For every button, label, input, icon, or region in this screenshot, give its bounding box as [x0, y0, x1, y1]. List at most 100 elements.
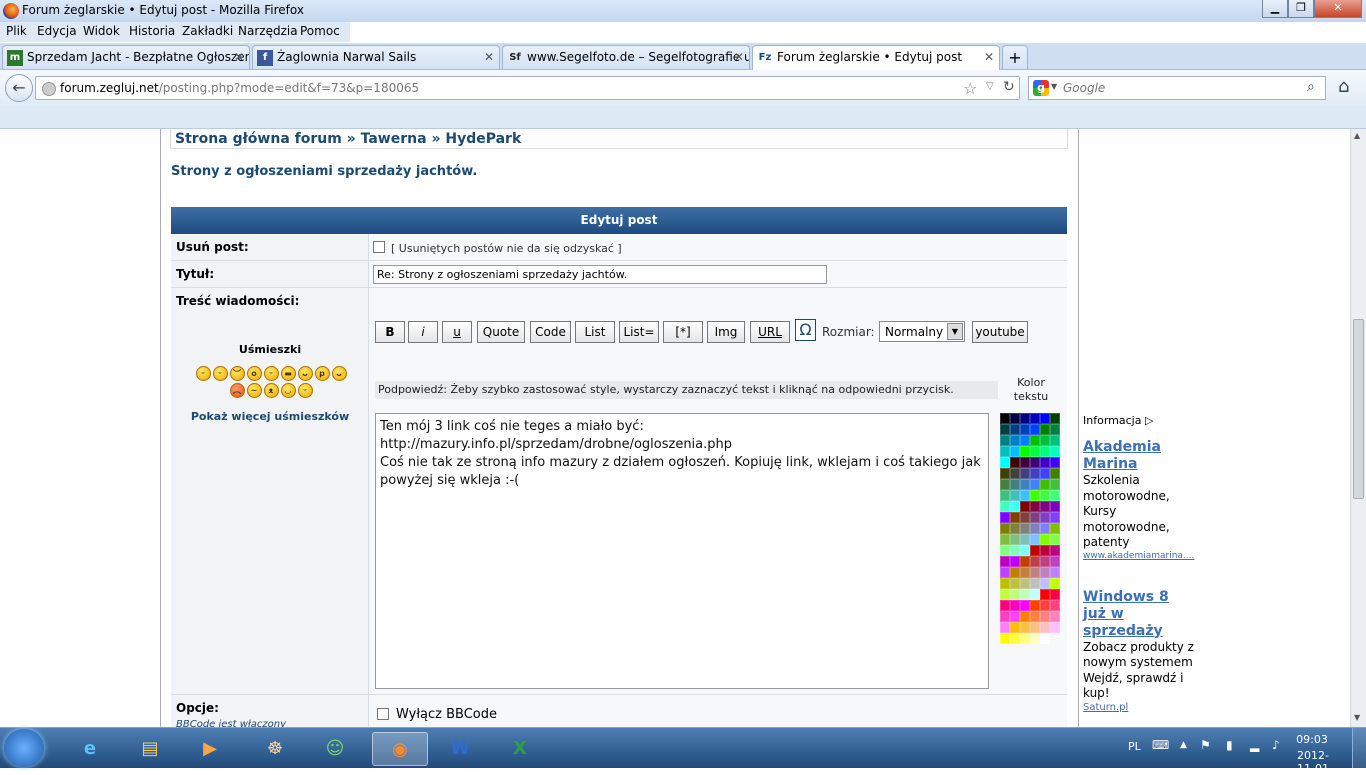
color-swatch[interactable]: [1030, 435, 1040, 446]
close-tab-icon[interactable]: ✕: [734, 50, 744, 64]
clock-time[interactable]: 09:03: [1292, 733, 1332, 746]
color-swatch[interactable]: [1030, 534, 1040, 545]
smiley-icon[interactable]: ᴗ: [331, 366, 347, 381]
color-swatch[interactable]: [1010, 413, 1020, 424]
smiley-icon[interactable]: ︶: [229, 366, 245, 381]
subject-input[interactable]: [373, 265, 827, 284]
list-item-button[interactable]: [*]: [663, 321, 703, 343]
color-swatch[interactable]: [1040, 424, 1050, 435]
color-swatch[interactable]: [1010, 490, 1020, 501]
ie-taskbar-icon[interactable]: e: [65, 732, 115, 766]
color-swatch[interactable]: [1030, 424, 1040, 435]
color-swatch[interactable]: [1050, 556, 1060, 567]
show-desktop-button[interactable]: [1352, 728, 1366, 768]
bookmark-star-icon[interactable]: ☆: [963, 79, 977, 98]
menu-edycja[interactable]: Edycja: [37, 24, 77, 38]
color-swatch[interactable]: [1000, 567, 1010, 578]
smiley-icon[interactable]: ~: [246, 383, 262, 398]
color-swatch[interactable]: [1020, 435, 1030, 446]
color-palette[interactable]: [1000, 413, 1060, 688]
color-swatch[interactable]: [1000, 611, 1010, 622]
color-swatch[interactable]: [1000, 534, 1010, 545]
color-swatch[interactable]: [1050, 545, 1060, 556]
color-swatch[interactable]: [1030, 457, 1040, 468]
color-swatch[interactable]: [1040, 512, 1050, 523]
word-taskbar-icon[interactable]: W: [435, 732, 485, 766]
ad-title-akademia[interactable]: Akademia Marina: [1083, 439, 1213, 473]
smiley-icon[interactable]: o: [246, 366, 262, 381]
site-identity-icon[interactable]: [42, 82, 56, 96]
color-swatch[interactable]: [1010, 556, 1020, 567]
color-swatch[interactable]: [1040, 600, 1050, 611]
start-button[interactable]: [4, 729, 44, 767]
color-swatch[interactable]: [1050, 468, 1060, 479]
color-swatch[interactable]: [1030, 578, 1040, 589]
color-swatch[interactable]: [1020, 611, 1030, 622]
color-swatch[interactable]: [1000, 556, 1010, 567]
color-swatch[interactable]: [1010, 424, 1020, 435]
color-swatch[interactable]: [1040, 633, 1050, 644]
color-swatch[interactable]: [1010, 545, 1020, 556]
color-swatch[interactable]: [1020, 534, 1030, 545]
color-swatch[interactable]: [1010, 578, 1020, 589]
color-swatch[interactable]: [1010, 567, 1020, 578]
maximize-button[interactable]: ❐: [1288, 0, 1314, 18]
color-swatch[interactable]: [1020, 490, 1030, 501]
app-taskbar-icon[interactable]: ☸: [250, 732, 300, 766]
new-tab-button[interactable]: +: [1002, 45, 1028, 69]
messenger-taskbar-icon[interactable]: ☺: [310, 732, 360, 766]
menu-pomoc[interactable]: Pomoc: [300, 24, 340, 38]
smiley-icon[interactable]: p: [314, 366, 330, 381]
close-window-button[interactable]: ✕: [1314, 0, 1362, 18]
smiley-icon[interactable]: ᴥ: [263, 383, 279, 398]
delete-checkbox[interactable]: [373, 241, 385, 253]
color-swatch[interactable]: [1030, 556, 1040, 567]
smiley-icon[interactable]: ᵕ: [195, 366, 211, 381]
color-swatch[interactable]: [1040, 457, 1050, 468]
color-swatch[interactable]: [1000, 545, 1010, 556]
color-swatch[interactable]: [1050, 512, 1060, 523]
color-swatch[interactable]: [1010, 534, 1020, 545]
color-swatch[interactable]: [1000, 622, 1010, 633]
italic-button[interactable]: i: [408, 321, 438, 343]
volume-icon[interactable]: ♪: [1272, 738, 1280, 752]
color-swatch[interactable]: [1000, 490, 1010, 501]
color-swatch[interactable]: [1030, 567, 1040, 578]
color-swatch[interactable]: [1010, 622, 1020, 633]
color-swatch[interactable]: [1040, 523, 1050, 534]
color-swatch[interactable]: [1020, 556, 1030, 567]
color-swatch[interactable]: [1000, 435, 1010, 446]
color-swatch[interactable]: [1020, 600, 1030, 611]
keyboard-icon[interactable]: ⌨: [1152, 738, 1169, 752]
color-swatch[interactable]: [1000, 589, 1010, 600]
color-swatch[interactable]: [1040, 611, 1050, 622]
color-swatch[interactable]: [1010, 435, 1020, 446]
network-icon[interactable]: ▂: [1250, 738, 1259, 752]
color-swatch[interactable]: [1040, 622, 1050, 633]
url-bar[interactable]: forum.zegluj.net/posting.php?mode=edit&f…: [35, 76, 1020, 100]
close-tab-icon[interactable]: ✕: [984, 50, 994, 64]
omega-special-chars-icon[interactable]: Ω: [795, 319, 816, 341]
color-swatch[interactable]: [1000, 446, 1010, 457]
color-swatch[interactable]: [1010, 600, 1020, 611]
ad-info-icon[interactable]: ▷: [1145, 414, 1153, 427]
color-swatch[interactable]: [1040, 534, 1050, 545]
size-select[interactable]: Normalny ▼: [879, 321, 965, 342]
smiley-icon[interactable]: ᵕ: [297, 383, 313, 398]
close-tab-icon[interactable]: ✕: [234, 50, 244, 64]
color-swatch[interactable]: [1030, 512, 1040, 523]
color-swatch[interactable]: [1030, 611, 1040, 622]
color-swatch[interactable]: [1050, 611, 1060, 622]
color-swatch[interactable]: [1040, 435, 1050, 446]
color-swatch[interactable]: [1050, 534, 1060, 545]
color-swatch[interactable]: [1030, 413, 1040, 424]
color-swatch[interactable]: [1010, 479, 1020, 490]
color-swatch[interactable]: [1010, 501, 1020, 512]
ad-title-windows8[interactable]: Windows 8 już w sprzedaży: [1083, 589, 1193, 640]
color-swatch[interactable]: [1030, 622, 1040, 633]
color-swatch[interactable]: [1010, 611, 1020, 622]
close-tab-icon[interactable]: ✕: [484, 50, 494, 64]
color-swatch[interactable]: [1030, 633, 1040, 644]
smiley-icon[interactable]: ◡: [280, 383, 296, 398]
menu-narzedzia[interactable]: Narzędzia: [238, 24, 298, 38]
